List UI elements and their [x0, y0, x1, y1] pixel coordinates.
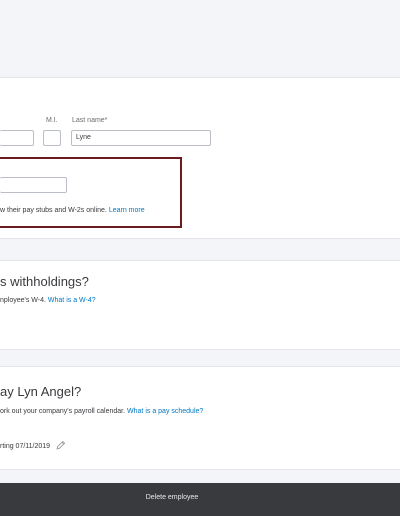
pay-description: ork out your company's payroll calendar.… — [0, 408, 203, 415]
invite-text: w their pay stubs and W-2s online. — [0, 207, 107, 214]
edit-pencil-icon[interactable] — [56, 440, 66, 452]
last-name-label: Last name* — [72, 117, 108, 124]
middle-initial-input[interactable] — [43, 130, 61, 146]
first-name-input[interactable] — [0, 130, 34, 146]
withholdings-description: nployee's W-4. What is a W-4? — [0, 297, 96, 304]
withholdings-body: nployee's W-4. — [0, 297, 46, 304]
pay-body: ork out your company's payroll calendar. — [0, 408, 126, 415]
pay-schedule-row: rting 07/11/2019 — [0, 440, 66, 452]
employee-name-card: M.I. Last name* Lyne w their pay stubs a… — [0, 77, 400, 239]
what-is-pay-schedule-link[interactable]: What is a pay schedule? — [127, 408, 203, 415]
invite-description: w their pay stubs and W-2s online. Learn… — [0, 207, 145, 214]
mi-label: M.I. — [46, 117, 58, 124]
email-input[interactable] — [0, 177, 67, 193]
withholdings-card: s withholdings? nployee's W-4. What is a… — [0, 260, 400, 350]
footer-bar: Delete employee — [0, 483, 400, 516]
pay-card: ay Lyn Angel? ork out your company's pay… — [0, 366, 400, 470]
delete-employee-button[interactable]: Delete employee — [0, 483, 344, 516]
withholdings-heading: s withholdings? — [0, 274, 89, 289]
learn-more-link[interactable]: Learn more — [109, 207, 145, 214]
last-name-input[interactable]: Lyne — [71, 130, 211, 146]
pay-schedule-text: rting 07/11/2019 — [0, 442, 51, 450]
pay-heading: ay Lyn Angel? — [0, 384, 82, 399]
what-is-w4-link[interactable]: What is a W-4? — [48, 297, 96, 304]
